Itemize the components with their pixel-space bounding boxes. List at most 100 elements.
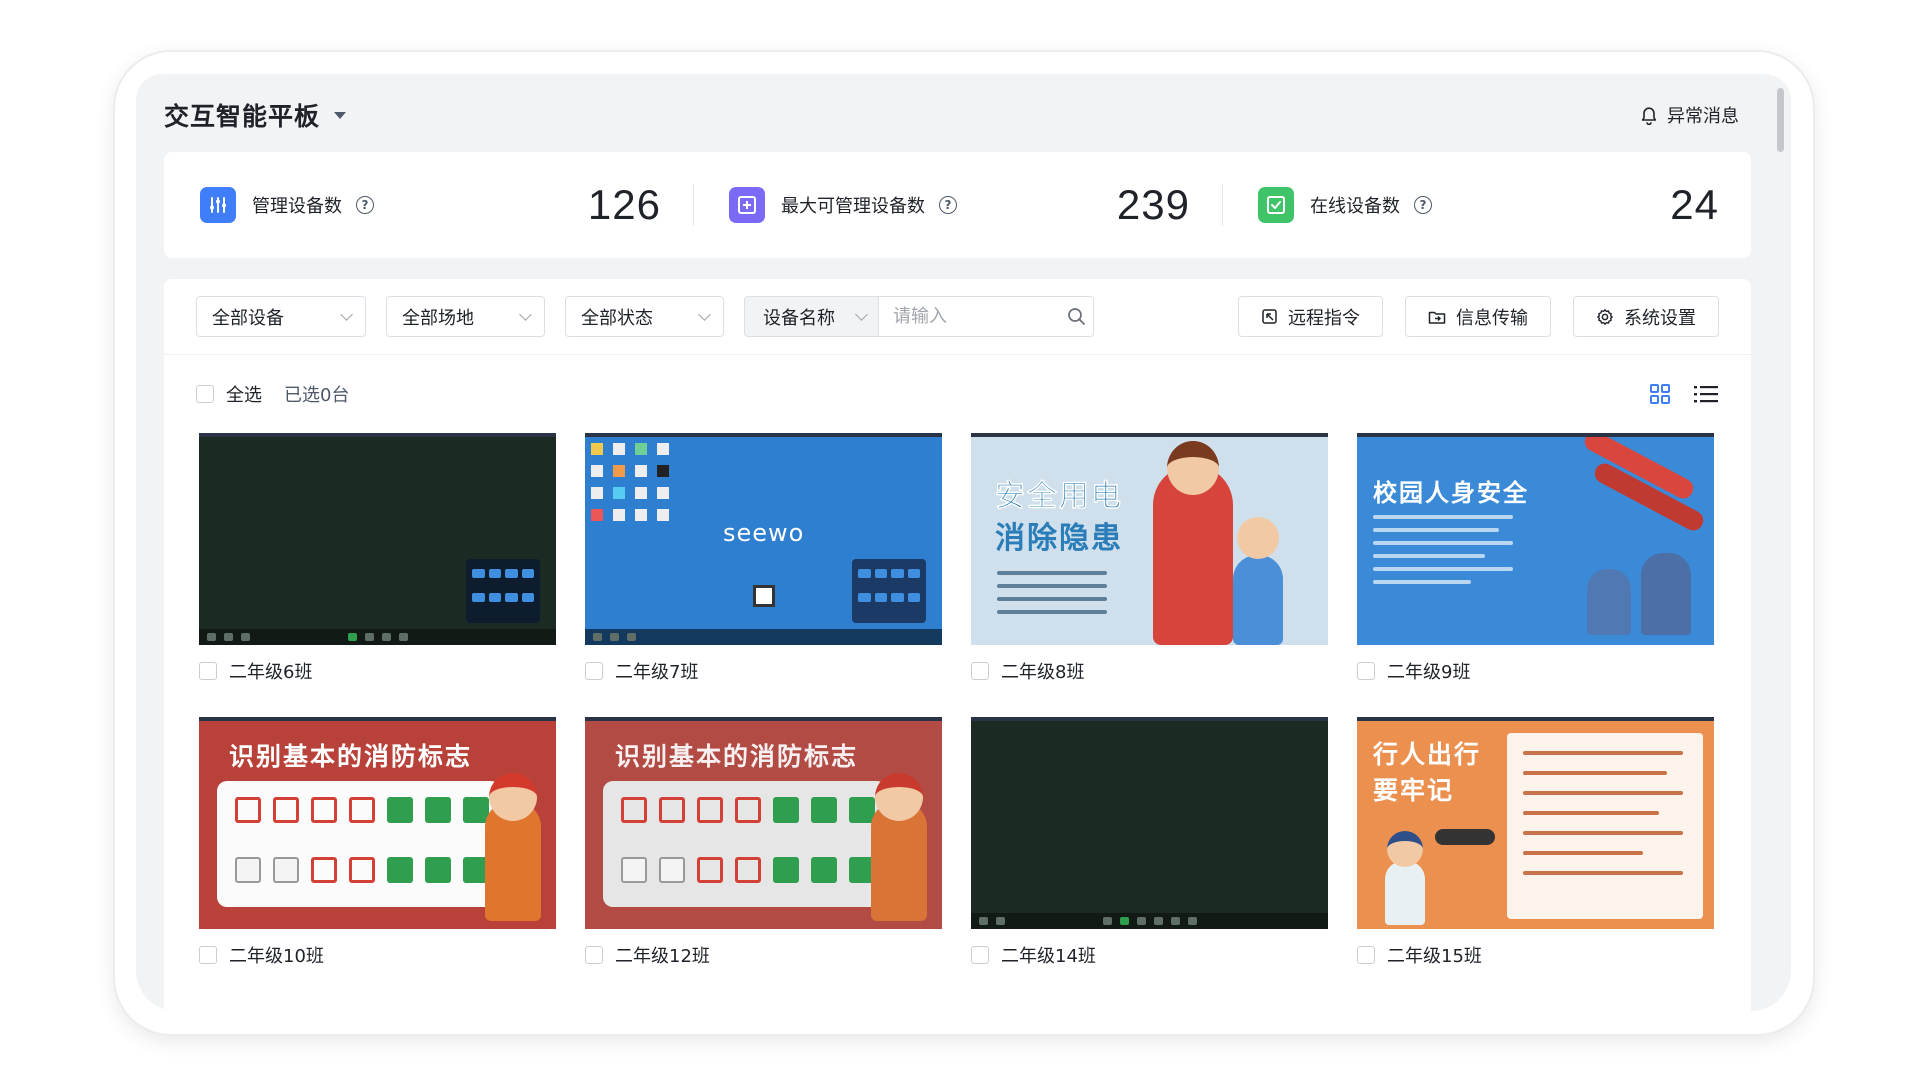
device-card[interactable]: 二年级6班 bbox=[199, 433, 556, 697]
info-transfer-button[interactable]: 信息传输 bbox=[1405, 296, 1551, 337]
qr-code-icon bbox=[753, 585, 775, 607]
device-checkbox[interactable] bbox=[585, 946, 603, 964]
scrollbar[interactable] bbox=[1777, 88, 1784, 152]
list-view-icon[interactable] bbox=[1693, 383, 1719, 405]
illustration-child-face bbox=[1237, 517, 1279, 559]
screen-title: 行人出行 bbox=[1373, 740, 1482, 769]
device-name: 二年级12班 bbox=[615, 946, 710, 967]
select-value: 全部设备 bbox=[212, 307, 284, 329]
device-name: 二年级14班 bbox=[1001, 946, 1096, 967]
illustration-child bbox=[1233, 555, 1283, 645]
taskbar bbox=[585, 629, 942, 645]
device-checkbox[interactable] bbox=[1357, 662, 1375, 680]
device-card[interactable]: 校园人身安全 二年级9班 bbox=[1357, 433, 1714, 697]
view-toggle bbox=[1649, 383, 1719, 405]
app-switcher[interactable]: 交互智能平板 bbox=[164, 97, 347, 133]
screen-thumbnail[interactable] bbox=[971, 717, 1328, 929]
chevron-down-icon bbox=[855, 307, 868, 321]
gear-icon bbox=[1597, 308, 1613, 325]
folder-send-icon bbox=[1428, 311, 1446, 324]
system-settings-button[interactable]: 系统设置 bbox=[1573, 296, 1719, 337]
screen-title: 识别基本的消防标志 bbox=[615, 742, 859, 771]
device-card[interactable]: seewo 二年级7班 bbox=[585, 433, 942, 697]
list-toolbar: 全选 已选0台 bbox=[164, 355, 1751, 433]
help-icon[interactable]: ? bbox=[939, 196, 957, 214]
action-buttons: 远程指令 信息传输 系统设置 bbox=[1238, 296, 1719, 337]
screen-thumbnail[interactable]: 识别基本的消防标志 bbox=[199, 717, 556, 929]
device-name: 二年级6班 bbox=[229, 662, 313, 683]
rules-panel bbox=[1507, 733, 1703, 919]
screen-thumbnail[interactable]: 识别基本的消防标志 bbox=[585, 717, 942, 929]
device-list-panel: 全部设备 全部场地 全部状态 设备名称 请输入 远程指令 信息传输 系统设置 全… bbox=[164, 279, 1751, 1011]
device-name: 二年级7班 bbox=[615, 662, 699, 683]
filter-bar: 全部设备 全部场地 全部状态 设备名称 请输入 远程指令 信息传输 系统设置 bbox=[164, 279, 1751, 355]
screen-title: 消除隐患 bbox=[995, 521, 1123, 556]
chevron-down-icon bbox=[340, 307, 353, 321]
button-label: 远程指令 bbox=[1288, 307, 1360, 329]
app-screen: 交互智能平板 异常消息 管理设备数 ? 126 最大可管理设备数 ? 239 在… bbox=[136, 74, 1791, 1011]
illustration-person bbox=[1641, 553, 1691, 635]
search-field-value: 设备名称 bbox=[763, 307, 835, 329]
device-checkbox[interactable] bbox=[199, 946, 217, 964]
bell-icon bbox=[1641, 106, 1657, 125]
rules-text bbox=[1523, 751, 1683, 875]
device-search: 设备名称 bbox=[744, 296, 1094, 337]
caret-down-icon bbox=[334, 111, 347, 119]
app-header: 交互智能平板 异常消息 bbox=[164, 92, 1751, 138]
screen-thumbnail[interactable]: 安全用电 消除隐患 bbox=[971, 433, 1328, 645]
device-checkbox[interactable] bbox=[1357, 946, 1375, 964]
device-card[interactable]: 二年级14班 bbox=[971, 717, 1328, 981]
search-icon[interactable] bbox=[1059, 297, 1093, 336]
add-box-icon bbox=[729, 187, 765, 223]
device-card[interactable]: 识别基本的消防标志 二年级10班 bbox=[199, 717, 556, 981]
check-box-icon bbox=[1258, 187, 1294, 223]
chevron-down-icon bbox=[519, 307, 532, 321]
taskbar bbox=[199, 629, 556, 645]
status-select[interactable]: 全部状态 bbox=[565, 296, 724, 337]
device-grid: 二年级6班 seewo 二年级7班 安全用电 消除隐患 二年级8班 校园人身安全… bbox=[164, 433, 1751, 981]
chevron-down-icon bbox=[698, 307, 711, 321]
page-title: 交互智能平板 bbox=[164, 102, 321, 131]
alert-label: 异常消息 bbox=[1667, 106, 1739, 127]
screen-thumbnail[interactable] bbox=[199, 433, 556, 645]
screen-thumbnail[interactable]: 行人出行 要牢记 bbox=[1357, 717, 1714, 929]
screen-thumbnail[interactable]: seewo bbox=[585, 433, 942, 645]
device-name: 二年级15班 bbox=[1387, 946, 1482, 967]
illustration-firefighter-face bbox=[489, 773, 537, 821]
search-field-select[interactable]: 设备名称 bbox=[745, 297, 879, 336]
search-input[interactable] bbox=[879, 297, 1059, 336]
stat-label: 最大可管理设备数 bbox=[781, 196, 925, 217]
venue-select[interactable]: 全部场地 bbox=[386, 296, 545, 337]
remote-command-button[interactable]: 远程指令 bbox=[1238, 296, 1383, 337]
button-label: 系统设置 bbox=[1624, 307, 1696, 329]
selected-count: 已选0台 bbox=[284, 385, 350, 406]
device-checkbox[interactable] bbox=[971, 946, 989, 964]
device-name: 二年级9班 bbox=[1387, 662, 1471, 683]
device-checkbox[interactable] bbox=[971, 662, 989, 680]
screen-title: 校园人身安全 bbox=[1373, 479, 1529, 507]
device-checkbox[interactable] bbox=[585, 662, 603, 680]
device-type-select[interactable]: 全部设备 bbox=[196, 296, 366, 337]
screen-title: 识别基本的消防标志 bbox=[229, 742, 473, 771]
sliders-icon bbox=[200, 187, 236, 223]
stat-value: 126 bbox=[587, 181, 661, 228]
grid-view-icon[interactable] bbox=[1649, 383, 1671, 405]
select-all-checkbox[interactable] bbox=[196, 385, 214, 403]
alert-messages-link[interactable]: 异常消息 bbox=[1640, 102, 1739, 128]
screen-thumbnail[interactable]: 校园人身安全 bbox=[1357, 433, 1714, 645]
stats-card: 管理设备数 ? 126 最大可管理设备数 ? 239 在线设备数 ? 24 bbox=[164, 152, 1751, 258]
device-card[interactable]: 安全用电 消除隐患 二年级8班 bbox=[971, 433, 1328, 697]
device-card[interactable]: 行人出行 要牢记 二年级15班 bbox=[1357, 717, 1714, 981]
screen-text bbox=[1373, 515, 1513, 584]
help-icon[interactable]: ? bbox=[356, 196, 374, 214]
illustration-face bbox=[1167, 441, 1219, 495]
stat-value: 24 bbox=[1670, 181, 1719, 228]
illustration-person bbox=[1587, 569, 1631, 635]
help-icon[interactable]: ? bbox=[1414, 196, 1432, 214]
stat-label: 在线设备数 bbox=[1310, 196, 1400, 217]
taskbar bbox=[971, 913, 1328, 929]
device-checkbox[interactable] bbox=[199, 662, 217, 680]
fire-signs-panel bbox=[217, 781, 501, 907]
select-all-label[interactable]: 全选 bbox=[226, 381, 262, 407]
device-card[interactable]: 识别基本的消防标志 二年级12班 bbox=[585, 717, 942, 981]
